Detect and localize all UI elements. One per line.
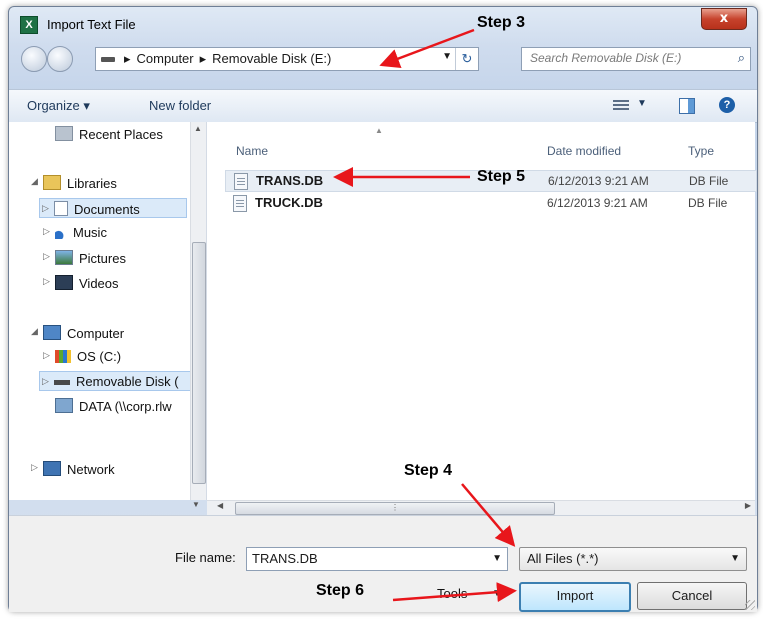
step-6-arrow [392,582,517,603]
step-3-arrow [379,28,475,69]
step-4-arrow [461,483,516,547]
annotation-arrows [333,28,517,603]
